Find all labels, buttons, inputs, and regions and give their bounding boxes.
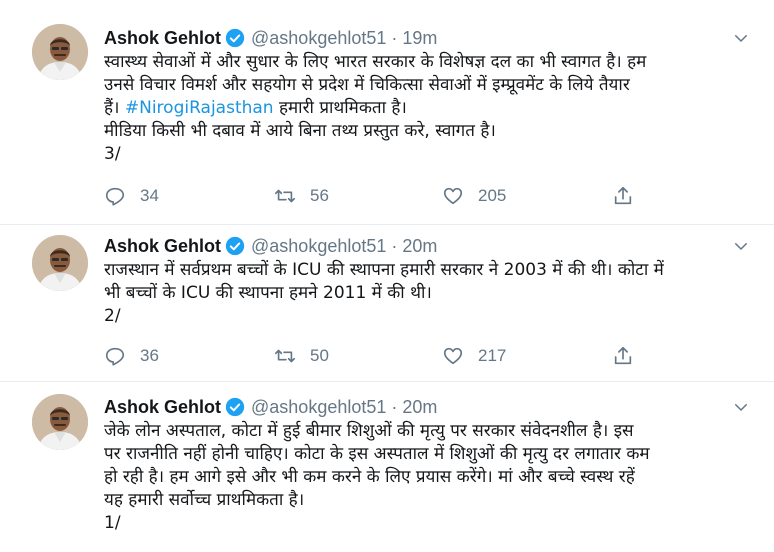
thread-marker: 3/: [104, 144, 121, 164]
timestamp[interactable]: 19m: [402, 28, 437, 49]
tweet-text-line: भी बच्चों के ICU की स्थापना हमने 2011 मे…: [104, 283, 432, 303]
tweet-actions: 36 50 217: [104, 342, 644, 370]
share-icon: [614, 346, 632, 365]
thread-marker: 2/: [104, 306, 121, 326]
tweet-card[interactable]: Ashok Gehlot @ashokgehlot51 · 19m स्वास्…: [0, 0, 774, 225]
tweet-card[interactable]: Ashok Gehlot @ashokgehlot51 · 20m जेके ल…: [0, 382, 774, 552]
separator-dot: ·: [391, 396, 398, 417]
reply-count: 36: [140, 346, 159, 365]
chevron-down-icon: [735, 404, 747, 411]
tweet-text-fragment: हैं।: [104, 98, 125, 118]
author-name[interactable]: Ashok Gehlot: [104, 397, 221, 418]
thread-marker: 1/: [104, 513, 121, 533]
tweet-text: स्वास्थ्य सेवाओं में और सुधार के लिए भार…: [104, 51, 754, 166]
separator-dot: ·: [391, 27, 398, 48]
retweet-icon: [275, 349, 295, 363]
tweet-text-line: यह हमारी सर्वोच्च प्राथमिकता है।: [104, 490, 305, 510]
retweet-icon: [275, 189, 295, 203]
tweet-card[interactable]: Ashok Gehlot @ashokgehlot51 · 20m राजस्थ…: [0, 225, 774, 382]
tweet-text-line: जेके लोन अस्पताल, कोटा में हुई बीमार शिश…: [104, 421, 634, 441]
reply-button[interactable]: 34: [104, 182, 159, 210]
author-handle[interactable]: @ashokgehlot51: [251, 397, 386, 418]
tweet-text-line: पर राजनीति नहीं होनी चाहिए। कोटा के इस अ…: [104, 444, 650, 464]
chevron-down-icon: [735, 35, 747, 42]
like-icon: [443, 187, 463, 205]
retweet-count: 50: [310, 346, 329, 365]
tweet-text-line: उनसे विचार विमर्श और सहयोग से प्रदेश में…: [104, 75, 630, 95]
author-handle[interactable]: @ashokgehlot51: [251, 236, 386, 257]
tweet-text: राजस्थान में सर्वप्रथम बच्चों के ICU की …: [104, 259, 754, 328]
timestamp[interactable]: 20m: [402, 397, 437, 418]
tweet-menu-button[interactable]: [730, 235, 752, 257]
tweet-menu-button[interactable]: [730, 27, 752, 49]
tweet-text-line: स्वास्थ्य सेवाओं में और सुधार के लिए भार…: [104, 52, 647, 72]
like-count: 205: [478, 186, 507, 205]
tweet-feed: Ashok Gehlot @ashokgehlot51 · 19m स्वास्…: [0, 0, 774, 552]
verified-badge-icon: [225, 397, 245, 417]
tweet-text-line: राजस्थान में सर्वप्रथम बच्चों के ICU की …: [104, 260, 664, 280]
reply-count: 34: [140, 186, 159, 205]
tweet-actions: 34 56 205: [104, 182, 644, 210]
like-count: 217: [478, 346, 507, 365]
author-handle[interactable]: @ashokgehlot51: [251, 28, 386, 49]
reply-icon: [105, 187, 125, 206]
avatar[interactable]: [32, 394, 88, 450]
share-button[interactable]: [612, 182, 648, 210]
hashtag-link[interactable]: #NirogiRajasthan: [125, 98, 274, 118]
reply-icon: [105, 347, 125, 366]
reply-button[interactable]: 36: [104, 342, 159, 370]
avatar[interactable]: [32, 24, 88, 80]
verified-badge-icon: [225, 236, 245, 256]
share-button[interactable]: [612, 342, 648, 370]
like-button[interactable]: 205: [442, 182, 506, 210]
retweet-button[interactable]: 50: [274, 342, 329, 370]
tweet-text-line: मीडिया किसी भी दबाव में आये बिना तथ्य प्…: [104, 121, 496, 141]
separator-dot: ·: [391, 235, 398, 256]
avatar[interactable]: [32, 235, 88, 291]
tweet-menu-button[interactable]: [730, 396, 752, 418]
share-icon: [614, 186, 632, 205]
tweet-text-line: हो रही है। हम आगे इसे और भी कम करने के ल…: [104, 467, 635, 487]
author-name[interactable]: Ashok Gehlot: [104, 236, 221, 257]
chevron-down-icon: [735, 243, 747, 250]
tweet-text-line: हैं। #NirogiRajasthan हमारी प्राथमिकता ह…: [104, 97, 754, 120]
tweet-text-fragment: हमारी प्राथमिकता है।: [273, 98, 407, 118]
timestamp[interactable]: 20m: [402, 236, 437, 257]
author-name[interactable]: Ashok Gehlot: [104, 28, 221, 49]
retweet-button[interactable]: 56: [274, 182, 329, 210]
like-button[interactable]: 217: [442, 342, 506, 370]
tweet-text: जेके लोन अस्पताल, कोटा में हुई बीमार शिश…: [104, 420, 754, 535]
retweet-count: 56: [310, 186, 329, 205]
like-icon: [443, 347, 463, 365]
verified-badge-icon: [225, 28, 245, 48]
